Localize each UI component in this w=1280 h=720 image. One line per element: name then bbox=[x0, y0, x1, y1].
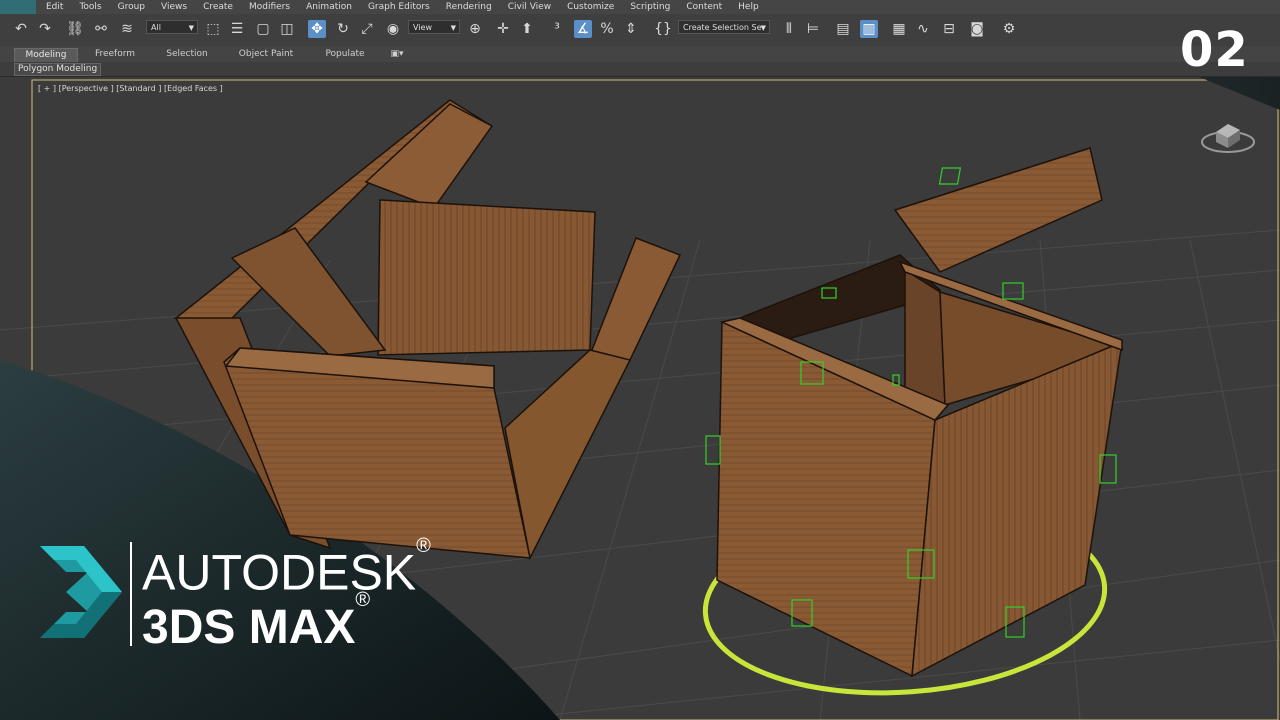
render-setup-icon[interactable]: ⚙ bbox=[1000, 20, 1018, 38]
link-icon[interactable]: ⛓ bbox=[66, 20, 84, 38]
select-rotate-icon[interactable]: ↻ bbox=[334, 20, 352, 38]
menu-civil-view[interactable]: Civil View bbox=[508, 1, 551, 13]
keyboard-shortcut-icon[interactable]: ⬆ bbox=[518, 20, 536, 38]
select-manipulate-icon[interactable]: ✛ bbox=[494, 20, 512, 38]
menu-modifiers[interactable]: Modifiers bbox=[249, 1, 290, 13]
ribbon-tab-object-paint[interactable]: Object Paint bbox=[232, 48, 300, 61]
brand-line-1-text: AUTODESK bbox=[142, 544, 417, 601]
pivot-point-icon[interactable]: ⊕ bbox=[466, 20, 484, 38]
ribbon-options-icon[interactable]: ▣▾ bbox=[384, 48, 410, 61]
menu-content[interactable]: Content bbox=[686, 1, 722, 13]
brand-line-1-registered: ® bbox=[416, 535, 431, 557]
select-move-icon[interactable]: ✥ bbox=[308, 20, 326, 38]
menu-scripting[interactable]: Scripting bbox=[630, 1, 670, 13]
brand-line-2-registered: ® bbox=[355, 589, 371, 611]
brand-line-2-text: 3DS MAX bbox=[142, 601, 356, 654]
reference-coordinate-dropdown[interactable]: View ▼ bbox=[408, 20, 460, 34]
material-editor-icon[interactable]: ◙ bbox=[968, 20, 986, 38]
brand-separator bbox=[130, 542, 132, 646]
spinner-snap-icon[interactable]: ⇕ bbox=[622, 20, 640, 38]
scene-explorer-icon[interactable]: ▤ bbox=[834, 20, 852, 38]
select-scale-icon[interactable]: ⤢ bbox=[358, 20, 376, 38]
menu-graph-editors[interactable]: Graph Editors bbox=[368, 1, 430, 13]
menu-animation[interactable]: Animation bbox=[306, 1, 352, 13]
brand-line-1: AUTODESK® bbox=[142, 535, 431, 601]
named-selection-value: Create Selection Se bbox=[683, 23, 762, 32]
snaps-toggle-icon[interactable]: ³ bbox=[548, 20, 566, 38]
redo-icon[interactable]: ↷ bbox=[36, 20, 54, 38]
unlink-icon[interactable]: ⚯ bbox=[92, 20, 110, 38]
3ds-max-logo-icon bbox=[40, 546, 122, 638]
menu-edit[interactable]: Edit bbox=[46, 1, 63, 13]
episode-number: 02 bbox=[1180, 22, 1249, 78]
ribbon-tab-populate[interactable]: Populate bbox=[318, 48, 372, 61]
select-by-name-icon[interactable]: ☰ bbox=[228, 20, 246, 38]
ribbon-tab-freeform[interactable]: Freeform bbox=[88, 48, 142, 61]
chevron-down-icon: ▼ bbox=[450, 24, 456, 32]
ribbon-panel-bar: Polygon Modeling bbox=[0, 62, 1280, 77]
viewport-label[interactable]: [ + ] [Perspective ] [Standard ] [Edged … bbox=[38, 84, 223, 93]
app-logo-icon[interactable] bbox=[0, 0, 36, 14]
selection-filter-dropdown[interactable]: All ▼ bbox=[146, 20, 198, 34]
ribbon-tab-selection[interactable]: Selection bbox=[160, 48, 214, 61]
undo-icon[interactable]: ↶ bbox=[12, 20, 30, 38]
bind-space-warp-icon[interactable]: ≋ bbox=[118, 20, 136, 38]
schematic-view-icon[interactable]: ⊟ bbox=[940, 20, 958, 38]
polygon-modeling-panel[interactable]: Polygon Modeling bbox=[14, 63, 102, 76]
menu-group[interactable]: Group bbox=[118, 1, 145, 13]
window-crossing-icon[interactable]: ◫ bbox=[278, 20, 296, 38]
ribbon: Modeling Freeform Selection Object Paint… bbox=[0, 46, 1280, 63]
menu-create[interactable]: Create bbox=[203, 1, 233, 13]
chevron-down-icon: ▼ bbox=[760, 24, 766, 32]
chevron-down-icon: ▼ bbox=[188, 24, 194, 32]
ribbon-tab-modeling[interactable]: Modeling bbox=[14, 48, 78, 63]
edit-named-selection-icon[interactable]: {} bbox=[654, 20, 672, 38]
main-toolbar: ↶ ↷ ⛓ ⚯ ≋ All ▼ ⬚ ☰ ▢ ◫ ✥ ↻ ⤢ ◉ View ▼ ⊕ ✛… bbox=[0, 14, 1280, 47]
named-selection-dropdown[interactable]: Create Selection Se ▼ bbox=[678, 20, 770, 34]
menu-customize[interactable]: Customize bbox=[567, 1, 614, 13]
menu-bar: Edit Tools Group Views Create Modifiers … bbox=[0, 0, 1280, 14]
rect-selection-icon[interactable]: ▢ bbox=[254, 20, 272, 38]
menu-rendering[interactable]: Rendering bbox=[446, 1, 492, 13]
angle-snap-icon[interactable]: ∡ bbox=[574, 20, 592, 38]
menu-tools[interactable]: Tools bbox=[79, 1, 101, 13]
placement-icon[interactable]: ◉ bbox=[384, 20, 402, 38]
align-icon[interactable]: ⊨ bbox=[804, 20, 822, 38]
layer-explorer-icon[interactable]: ▥ bbox=[860, 20, 878, 38]
curve-editor-icon[interactable]: ∿ bbox=[914, 20, 932, 38]
menu-views[interactable]: Views bbox=[161, 1, 187, 13]
reference-coordinate-value: View bbox=[413, 23, 432, 32]
menu-help[interactable]: Help bbox=[738, 1, 759, 13]
viewcube-icon[interactable] bbox=[1198, 112, 1258, 156]
mirror-icon[interactable]: ⫴ bbox=[780, 20, 798, 38]
percent-snap-icon[interactable]: % bbox=[598, 20, 616, 38]
brand-line-2: 3DS MAX® bbox=[142, 589, 370, 654]
toggle-ribbon-icon[interactable]: ▦ bbox=[890, 20, 908, 38]
brand-lockup: AUTODESK® 3DS MAX® bbox=[36, 535, 436, 654]
selection-filter-value: All bbox=[151, 23, 161, 32]
select-object-icon[interactable]: ⬚ bbox=[204, 20, 222, 38]
